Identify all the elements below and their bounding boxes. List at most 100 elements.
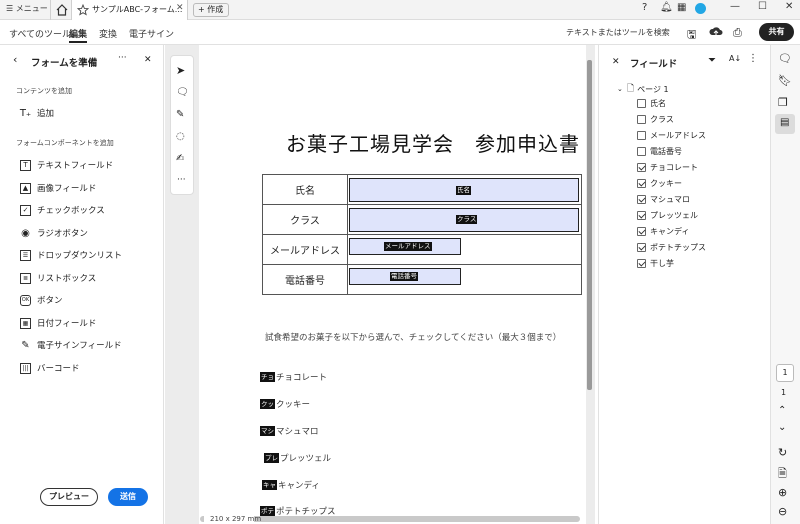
tab-edit[interactable]: 編集 <box>69 27 87 40</box>
radio-icon: ◉ <box>21 227 30 239</box>
tree-field-item[interactable]: マシュマロ <box>637 194 690 205</box>
lasso-icon[interactable]: ◌ <box>176 131 185 142</box>
save-icon[interactable]: 🖫 <box>687 26 696 45</box>
component-button[interactable]: OK ボタン <box>20 294 63 306</box>
tree-page-node[interactable]: ⌄ 🗋 ページ 1 <box>617 81 669 97</box>
maximize-icon[interactable]: ☐ <box>758 1 767 12</box>
bookmark-icon[interactable]: 🔖︎ <box>778 74 792 88</box>
tab-e-sign[interactable]: 電子サイン <box>129 27 174 40</box>
tree-field-item[interactable]: 干し芋 <box>637 258 674 269</box>
phone-field-tag: 電話番号 <box>390 272 418 281</box>
avatar[interactable] <box>695 3 706 14</box>
search-tools-input[interactable]: テキストまたはツールを検索 <box>566 27 670 38</box>
add-content-button[interactable]: T₊ 追加 <box>20 107 54 120</box>
tree-field-label: メールアドレス <box>650 131 706 140</box>
more-options-icon[interactable]: ··· <box>118 53 127 63</box>
preview-button[interactable]: プレビュー <box>40 488 98 506</box>
component-checkbox[interactable]: ✓ チェックボックス <box>20 204 105 216</box>
share-button[interactable]: 共有 <box>759 23 794 41</box>
component-barcode[interactable]: ||| バーコード <box>20 362 80 374</box>
chevron-down-icon[interactable]: ⌄ <box>617 85 623 93</box>
section-form-components: フォームコンポーネントを追加 <box>16 139 114 147</box>
document-tab[interactable]: サンプルABC-フォーム... ✕ <box>72 0 188 20</box>
pen-icon[interactable]: ✎ <box>176 109 184 120</box>
pages-icon[interactable]: ❐ <box>778 96 792 110</box>
checkbox-field-tag[interactable]: クッ <box>260 399 275 409</box>
component-dropdown[interactable]: ☰ ドロップダウンリスト <box>20 249 122 261</box>
print-icon[interactable]: ⎙ <box>733 26 742 40</box>
option-checkbox-row[interactable]: クッ クッキー <box>260 398 310 410</box>
help-icon[interactable]: ? <box>642 2 647 13</box>
new-tab-button[interactable]: + 作成 <box>193 3 229 17</box>
comment-icon[interactable]: 🗨︎ <box>176 87 189 98</box>
comment-panel-icon[interactable]: 🗨︎ <box>778 52 792 66</box>
barcode-icon: ||| <box>20 362 31 374</box>
tree-field-item[interactable]: 氏名 <box>637 98 666 109</box>
bell-icon[interactable]: 🔔︎ <box>660 2 673 13</box>
close-fields-icon[interactable]: ✕ <box>612 57 620 67</box>
checkbox-field-tag[interactable]: キャ <box>262 480 277 490</box>
option-label: クッキー <box>276 400 311 410</box>
component-radio-button[interactable]: ◉ ラジオボタン <box>20 227 88 240</box>
tab-all-tools[interactable]: すべてのツール <box>9 27 71 40</box>
filter-icon[interactable]: ⏷ <box>708 55 716 66</box>
more-tools-icon[interactable]: ··· <box>177 175 186 185</box>
save-copy-icon[interactable]: 🗎 <box>778 465 792 480</box>
tree-field-label: クッキー <box>650 179 682 188</box>
zoom-in-icon[interactable]: ⊕ <box>778 486 792 500</box>
close-panel-icon[interactable]: ✕ <box>144 55 152 65</box>
back-arrow-icon[interactable]: ‹ <box>13 53 17 66</box>
row-label-phone: 電話番号 <box>262 264 348 295</box>
page-down-icon[interactable]: ⌄ <box>778 422 792 436</box>
close-tab-icon[interactable]: ✕ <box>176 3 184 13</box>
checkbox-icon: ✓ <box>20 204 31 216</box>
home-button[interactable] <box>50 0 72 20</box>
apps-grid-icon[interactable]: ▦ <box>677 2 686 13</box>
refresh-icon[interactable]: ↻ <box>778 446 792 460</box>
tree-field-item[interactable]: クラス <box>637 114 674 125</box>
tree-field-item[interactable]: クッキー <box>637 178 682 189</box>
current-page-input[interactable]: 1 <box>776 364 794 382</box>
cloud-upload-icon[interactable] <box>709 25 723 39</box>
menu-label: メニュー <box>15 4 48 13</box>
tab-convert[interactable]: 変換 <box>99 27 117 40</box>
tree-field-item[interactable]: プレッツェル <box>637 210 698 221</box>
fields-panel-toggle[interactable]: ▤ <box>775 114 795 134</box>
vertical-scrollbar[interactable] <box>587 60 592 390</box>
option-checkbox-row[interactable]: マシ マシュマロ <box>260 425 319 437</box>
component-listbox[interactable]: ≣ リストボックス <box>20 272 96 284</box>
tree-field-label: 干し芋 <box>650 259 674 268</box>
option-checkbox-row[interactable]: キャ キャンディ <box>262 479 320 491</box>
page-up-icon[interactable]: ⌃ <box>778 405 792 419</box>
menu-button[interactable]: ☰ メニュー <box>6 3 48 14</box>
tree-field-item[interactable]: ポテトチップス <box>637 242 706 253</box>
more-fields-icon[interactable]: ⋮ <box>748 53 758 64</box>
checkbox-icon <box>637 259 646 268</box>
option-checkbox-row[interactable]: チョ チョコレート <box>260 371 327 383</box>
component-text-field[interactable]: T テキストフィールド <box>20 159 113 171</box>
component-image-field[interactable]: ▲ 画像フィールド <box>20 182 96 194</box>
checkbox-field-tag[interactable]: マシ <box>260 426 275 436</box>
component-date-field[interactable]: ▦ 日付フィールド <box>20 317 96 329</box>
minimize-icon[interactable]: — <box>730 1 740 12</box>
tree-field-item[interactable]: チョコレート <box>637 162 698 173</box>
option-label: マシュマロ <box>276 427 319 437</box>
component-signature-field[interactable]: ✎ 電子サインフィールド <box>20 339 121 352</box>
tree-field-item[interactable]: 電話番号 <box>637 146 682 157</box>
checkbox-field-tag[interactable]: チョ <box>260 372 275 382</box>
send-button[interactable]: 送信 <box>108 488 148 506</box>
page-size-label: 210 x 297 mm <box>210 515 262 523</box>
sign-icon[interactable]: ✍ <box>176 153 184 164</box>
checkbox-field-tag[interactable]: ポテ <box>260 506 275 516</box>
checkbox-field-tag[interactable]: プレ <box>264 453 279 463</box>
new-tab-label: 作成 <box>207 5 224 14</box>
star-icon[interactable] <box>77 4 89 16</box>
tree-field-item[interactable]: キャンディ <box>637 226 689 237</box>
option-checkbox-row[interactable]: プレ プレッツェル <box>264 452 331 464</box>
cursor-icon[interactable]: ➤ <box>176 64 185 77</box>
window-close-icon[interactable]: ✕ <box>785 1 793 12</box>
sort-icon[interactable]: A↓ <box>729 54 741 63</box>
tree-field-item[interactable]: メールアドレス <box>637 130 706 141</box>
dropdown-icon: ☰ <box>20 249 31 261</box>
zoom-out-icon[interactable]: ⊖ <box>778 505 792 519</box>
